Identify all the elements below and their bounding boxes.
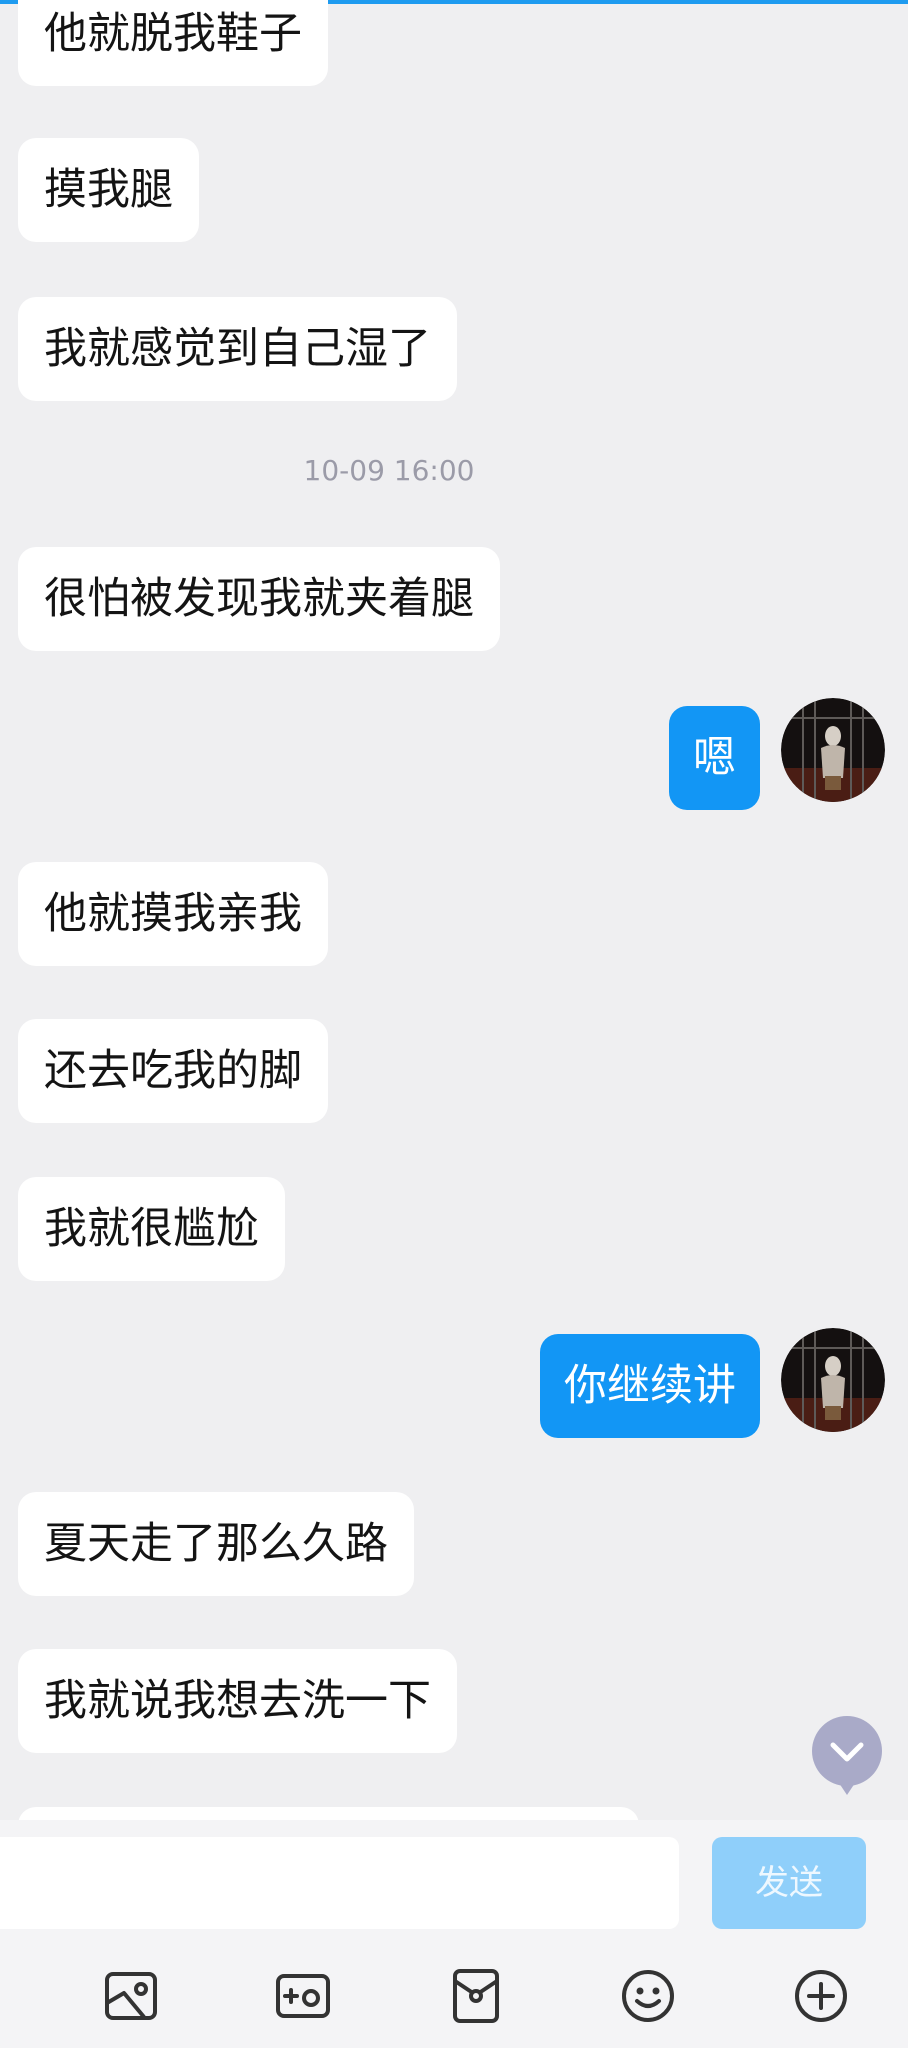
message-bubble[interactable]: 夏天走了那么久路 <box>18 1492 414 1596</box>
avatar[interactable] <box>781 1328 885 1432</box>
own-message-bubble[interactable]: 嗯 <box>669 706 760 810</box>
own-message-bubble[interactable]: 你继续讲 <box>540 1334 760 1438</box>
message-bubble[interactable]: 摸我腿 <box>18 138 199 242</box>
plus-circle-icon[interactable] <box>790 1965 852 2027</box>
message-bubble[interactable]: 他就摸我亲我 <box>18 862 328 966</box>
message-bubble[interactable]: 他就脱我鞋子 <box>18 0 328 86</box>
message-timestamp: 10-09 16:00 <box>303 454 475 487</box>
send-button[interactable]: 发送 <box>712 1837 866 1929</box>
emoji-icon[interactable] <box>617 1965 679 2027</box>
camera-icon[interactable] <box>272 1965 334 2027</box>
message-bubble[interactable]: 还去吃我的脚 <box>18 1019 328 1123</box>
composer-bar: 发送 <box>0 1820 908 2048</box>
red-packet-icon[interactable] <box>445 1965 507 2027</box>
message-bubble[interactable]: 我就说我想去洗一下 <box>18 1649 457 1753</box>
image-icon[interactable] <box>100 1965 162 2027</box>
avatar[interactable] <box>781 698 885 802</box>
scroll-to-bottom-button[interactable] <box>811 1715 883 1799</box>
message-bubble[interactable]: 我就感觉到自己湿了 <box>18 297 457 401</box>
message-bubble[interactable]: 我就很尴尬 <box>18 1177 285 1281</box>
message-bubble[interactable]: 很怕被发现我就夹着腿 <box>18 547 500 651</box>
message-input[interactable] <box>0 1837 679 1929</box>
